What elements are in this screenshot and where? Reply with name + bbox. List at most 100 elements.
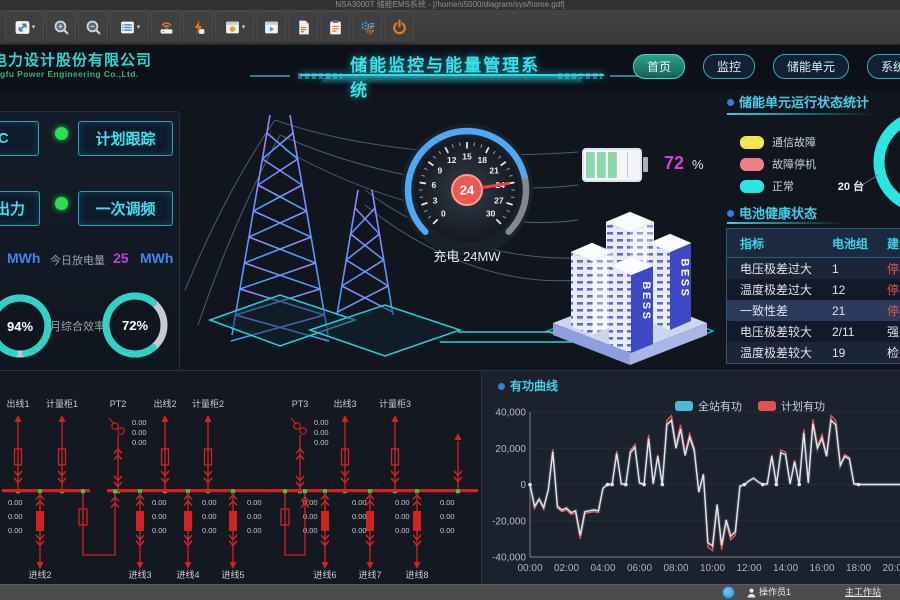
group-cell: 12 — [832, 283, 887, 297]
statusbar: 操作员1 主工作站 — [0, 584, 900, 600]
svg-text:0.00: 0.00 — [440, 526, 455, 535]
advice-cell: 停机 — [887, 302, 900, 319]
zoom-in-button[interactable] — [46, 11, 76, 43]
advice-cell: 停机 — [887, 281, 900, 298]
svg-text:06:00: 06:00 — [627, 563, 652, 574]
svg-text:出线3: 出线3 — [333, 398, 356, 409]
svg-text:0.00: 0.00 — [202, 512, 217, 521]
power-button[interactable] — [384, 11, 414, 43]
svg-text:0.00: 0.00 — [314, 418, 329, 427]
health-panel-dot — [727, 210, 734, 217]
layers-button[interactable]: ▾ — [110, 11, 149, 43]
comm-icon — [158, 19, 175, 36]
svg-text:9: 9 — [438, 165, 443, 175]
charge-power-caption: 充电 24MW — [402, 246, 532, 265]
svg-text:进线5: 进线5 — [221, 569, 244, 580]
svg-text:0.00: 0.00 — [352, 498, 367, 507]
battery-segment — [586, 152, 595, 178]
expand-button[interactable]: ▾ — [5, 11, 44, 43]
window-run-icon — [263, 19, 280, 36]
advice-cell: 检查 — [887, 344, 900, 361]
svg-text:27: 27 — [494, 195, 504, 205]
svg-text:0.00: 0.00 — [395, 512, 410, 521]
mode-button-plan-tracking[interactable]: 计划跟踪 — [78, 121, 173, 156]
svg-text:0.00: 0.00 — [132, 418, 147, 427]
svg-text:00:00: 00:00 — [517, 563, 542, 574]
statusbar-app-button[interactable] — [722, 586, 735, 599]
svg-text:出线2: 出线2 — [153, 398, 176, 409]
nav-tab-3[interactable]: 系统状态 — [867, 54, 900, 79]
svg-text:0.00: 0.00 — [395, 498, 410, 507]
efficiency-ring-right: 72% — [96, 286, 174, 364]
station-link[interactable]: 主工作站 — [845, 585, 881, 598]
donut-count-label: 20 台 — [830, 178, 864, 194]
svg-text:30: 30 — [486, 209, 496, 219]
speedometer-gauge: 03691215182124273024 — [392, 120, 542, 260]
metric-cell: 电压极差较大 — [727, 323, 832, 340]
dropdown-caret-icon: ▾ — [242, 23, 246, 31]
comm-button[interactable] — [151, 11, 181, 43]
power-icon — [391, 19, 408, 36]
svg-text:0.00: 0.00 — [8, 526, 23, 535]
table-row[interactable]: 电压极差较大2/11强化 — [727, 321, 900, 342]
operator-name: 操作员1 — [759, 585, 791, 598]
soc-unit: % — [692, 157, 704, 172]
table-row[interactable]: 一致性差21停机 — [727, 300, 900, 321]
mode-button-agc[interactable]: AGC — [0, 121, 39, 156]
svg-text:21: 21 — [489, 165, 499, 175]
table-row[interactable]: 温度极差过大12停机 — [727, 279, 900, 300]
group-cell: 2/11 — [832, 325, 887, 339]
svg-text:04:00: 04:00 — [590, 563, 615, 574]
svg-text:0.00: 0.00 — [8, 498, 23, 507]
table-header: 指标电池组建议 — [727, 229, 900, 258]
table-row[interactable]: 电压极差过大1停机 — [727, 258, 900, 279]
svg-text:24: 24 — [460, 183, 475, 198]
svg-text:0: 0 — [520, 480, 526, 491]
legend-swatch — [740, 180, 764, 193]
svg-text:0.00: 0.00 — [395, 526, 410, 535]
clipboard-button[interactable] — [320, 11, 350, 43]
svg-text:0.00: 0.00 — [440, 512, 455, 521]
window-day-button[interactable]: ▾ — [215, 11, 254, 43]
health-panel-underline — [727, 222, 847, 224]
settings-button[interactable] — [352, 11, 382, 43]
banner-glow — [318, 76, 586, 85]
svg-text:20,000: 20,000 — [495, 444, 526, 455]
svg-text:-20,000: -20,000 — [492, 516, 526, 527]
bolt-button[interactable] — [183, 11, 213, 43]
nav-tab-2[interactable]: 储能单元 — [773, 54, 849, 79]
settings-icon — [359, 19, 376, 36]
nav-tab-0[interactable]: 首页 — [633, 54, 685, 79]
battery-segment — [619, 152, 628, 178]
nav-tab-1[interactable]: 监控 — [703, 54, 755, 79]
legend-label: 正常 — [772, 178, 794, 194]
group-cell: 19 — [832, 346, 887, 360]
column-header-2: 建议 — [887, 235, 900, 252]
table-row[interactable]: 温度极差较大19检查 — [727, 342, 900, 363]
status-dot-freq — [55, 197, 68, 210]
svg-text:计量柜2: 计量柜2 — [192, 398, 224, 409]
window-run-button[interactable] — [256, 11, 286, 43]
mode-button-primary-freq[interactable]: 一次调频 — [78, 191, 173, 226]
svg-text:18: 18 — [477, 155, 487, 165]
status-legend-item-2: 正常 — [740, 178, 794, 194]
legend-label: 通信故障 — [772, 134, 816, 150]
svg-text:15: 15 — [462, 152, 472, 162]
mode-button-smooth-output[interactable]: 平滑出力 — [0, 191, 40, 226]
banner-line-left — [250, 75, 290, 77]
discharge-label: 今日放电量 — [50, 252, 105, 268]
legend-label: 故障停机 — [772, 156, 816, 172]
svg-text:进线2: 进线2 — [28, 569, 51, 580]
zoom-out-button[interactable] — [78, 11, 108, 43]
battery-segment — [630, 152, 638, 178]
document-button[interactable] — [288, 11, 318, 43]
layers-icon — [119, 19, 136, 36]
svg-text:0.00: 0.00 — [247, 526, 262, 535]
company-logo-cn: 电力设计股份有限公司 — [0, 49, 152, 70]
ems-dashboard: NSA3000T 储能EMS系统 - [/home/s5000/diagram/… — [0, 0, 900, 600]
svg-text:0.00: 0.00 — [247, 512, 262, 521]
operator-icon — [747, 588, 756, 598]
metric-cell: 温度极差较大 — [727, 344, 832, 361]
svg-text:12: 12 — [447, 155, 457, 165]
svg-text:0.00: 0.00 — [8, 512, 23, 521]
